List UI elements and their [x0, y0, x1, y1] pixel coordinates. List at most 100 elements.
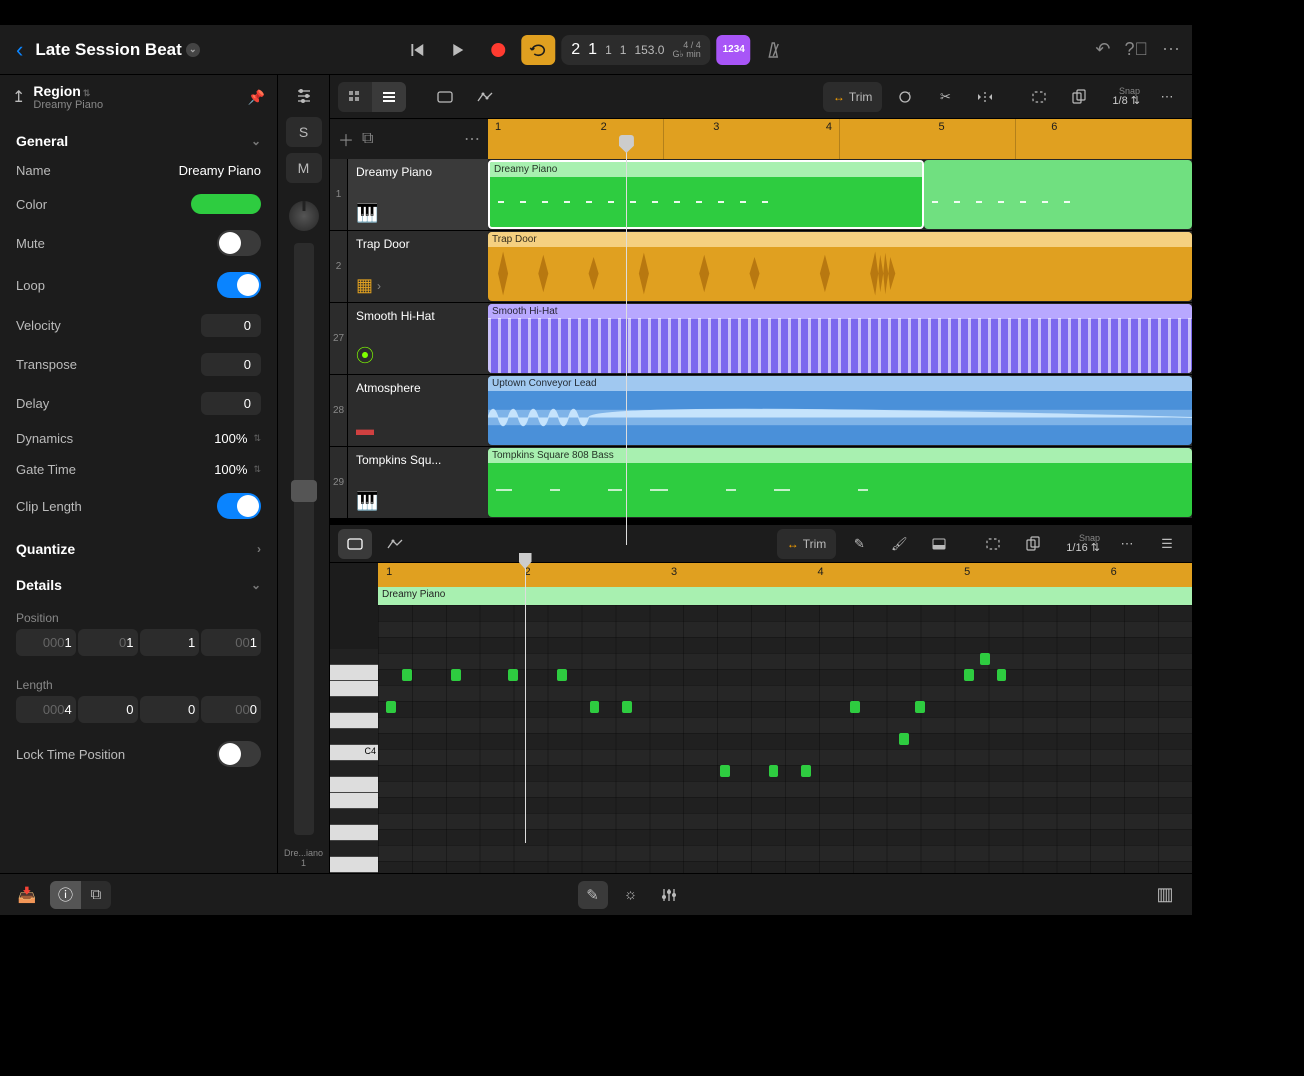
position-field[interactable]: 1 — [140, 629, 200, 656]
gate-field[interactable]: 100%⇅ — [214, 462, 261, 477]
loop-tool-button[interactable] — [888, 82, 922, 112]
length-field[interactable]: 0004 — [16, 696, 76, 723]
midi-note[interactable] — [508, 669, 518, 681]
midi-note[interactable] — [964, 669, 974, 681]
track-options-button[interactable]: ⋯ — [464, 129, 480, 149]
pr-menu-button[interactable]: ☰ — [1150, 529, 1184, 559]
more-button[interactable]: ⋯ — [1162, 39, 1180, 60]
midi-region[interactable]: Smooth Hi-Hat — [488, 304, 1192, 373]
track-header[interactable]: Trap Door ▦ › — [348, 231, 488, 302]
mute-toggle[interactable] — [217, 230, 261, 256]
add-track-button[interactable]: ＋ — [338, 127, 354, 151]
pr-copy-button[interactable] — [1016, 529, 1050, 559]
dynamics-field[interactable]: 100%⇅ — [214, 431, 261, 446]
undo-button[interactable]: ↶ — [1095, 39, 1110, 60]
delay-field[interactable]: 0 — [201, 392, 261, 415]
mute-button[interactable]: M — [286, 153, 322, 183]
scissors-button[interactable]: ✂ — [928, 82, 962, 112]
grid-view-button[interactable] — [338, 82, 372, 112]
midi-note[interactable] — [997, 669, 1007, 681]
track-header[interactable]: Tompkins Squ... 🎹 — [348, 447, 488, 518]
length-field[interactable]: 0 — [78, 696, 138, 723]
midi-note[interactable] — [622, 701, 632, 713]
marquee-button[interactable] — [1022, 82, 1056, 112]
automation-button[interactable] — [468, 82, 502, 112]
midi-note[interactable] — [590, 701, 600, 713]
snap-display[interactable]: Snap 1/8 ⇅ — [1108, 87, 1144, 107]
name-value[interactable]: Dreamy Piano — [179, 163, 261, 178]
list-view-button[interactable] — [372, 82, 406, 112]
pr-region-view-button[interactable] — [338, 529, 372, 559]
midi-note[interactable] — [402, 669, 412, 681]
ruler-time[interactable]: 1 2 3 4 5 6 — [488, 119, 1192, 159]
midi-note[interactable] — [557, 669, 567, 681]
nudge-button[interactable] — [968, 82, 1002, 112]
section-general[interactable]: General ⌄ — [0, 119, 277, 155]
track-header[interactable]: Smooth Hi-Hat ⦿ — [348, 303, 488, 374]
pr-brush-button[interactable]: 🖌 — [882, 529, 916, 559]
position-field[interactable]: 00000011 — [16, 629, 76, 656]
length-field[interactable]: 000 — [201, 696, 261, 723]
brightness-button[interactable]: ☼ — [616, 881, 646, 909]
audio-region[interactable]: Uptown Conveyor Lead — [488, 376, 1192, 445]
tracks-more-button[interactable]: ⋯ — [1150, 82, 1184, 112]
midi-note[interactable] — [801, 765, 811, 777]
midi-note[interactable] — [769, 765, 779, 777]
pr-marquee-button[interactable] — [976, 529, 1010, 559]
inbox-button[interactable]: 📥 — [12, 881, 42, 909]
lcd-display[interactable]: 2 1 1 1 153.0 4 / 4 G♭ min — [561, 35, 710, 65]
play-button[interactable] — [441, 35, 475, 65]
duplicate-track-button[interactable]: ⧉ — [362, 130, 373, 148]
keyboard-button[interactable]: ▥ — [1150, 881, 1180, 909]
project-title[interactable]: Late Session Beat ⌄ — [35, 40, 199, 60]
midi-note[interactable] — [899, 733, 909, 745]
solo-button[interactable]: S — [286, 117, 322, 147]
go-to-start-button[interactable] — [401, 35, 435, 65]
pin-icon[interactable]: 📌 — [248, 89, 265, 106]
region-view-button[interactable] — [428, 82, 462, 112]
velocity-field[interactable]: 0 — [201, 314, 261, 337]
info-button[interactable]: ⓘ — [50, 881, 81, 909]
color-swatch[interactable] — [191, 194, 261, 214]
midi-region[interactable]: Tompkins Square 808 Bass — [488, 448, 1192, 517]
pr-automation-button[interactable] — [378, 529, 412, 559]
cycle-button[interactable] — [521, 35, 555, 65]
track-header[interactable]: Atmosphere ▬ — [348, 375, 488, 446]
mixer-button[interactable] — [654, 881, 684, 909]
midi-note[interactable] — [980, 653, 990, 665]
note-grid[interactable] — [378, 605, 1192, 873]
midi-note[interactable] — [451, 669, 461, 681]
position-field[interactable]: 01 — [78, 629, 138, 656]
section-details[interactable]: Details ⌄ — [0, 563, 277, 599]
audio-region[interactable]: Trap Door — [488, 232, 1192, 301]
pr-trim-button[interactable]: ↔Trim — [777, 529, 837, 559]
trim-button[interactable]: ↔Trim — [823, 82, 883, 112]
midi-note[interactable] — [915, 701, 925, 713]
lock-time-toggle[interactable] — [217, 741, 261, 767]
clip-length-toggle[interactable] — [217, 493, 261, 519]
piano-keys[interactable] — [330, 605, 378, 873]
midi-note[interactable] — [720, 765, 730, 777]
pan-knob[interactable] — [289, 201, 319, 231]
position-field[interactable]: 001 — [201, 629, 261, 656]
edit-pencil-button[interactable]: ✎ — [578, 881, 608, 909]
up-arrow-icon[interactable]: ↥ — [12, 87, 25, 107]
pr-snap-display[interactable]: Snap 1/16 ⇅ — [1062, 534, 1104, 554]
track-header[interactable]: Dreamy Piano 🎹 — [348, 159, 488, 230]
loop-toggle[interactable] — [217, 272, 261, 298]
midi-note[interactable] — [386, 701, 396, 713]
transpose-field[interactable]: 0 — [201, 353, 261, 376]
pr-ruler[interactable]: 1 2 3 4 5 6 — [378, 563, 1192, 587]
pr-pencil-button[interactable]: ✎ — [842, 529, 876, 559]
metronome-button[interactable] — [757, 35, 791, 65]
count-in-button[interactable]: 1234 — [717, 35, 751, 65]
record-button[interactable] — [481, 35, 515, 65]
help-button[interactable]: ?⃝ — [1124, 39, 1148, 60]
pr-view-button[interactable] — [922, 529, 956, 559]
midi-note[interactable] — [850, 701, 860, 713]
volume-fader[interactable] — [294, 243, 314, 835]
section-quantize[interactable]: Quantize › — [0, 527, 277, 563]
midi-region[interactable]: Dreamy Piano — [488, 160, 924, 229]
length-field[interactable]: 0 — [140, 696, 200, 723]
pr-playhead[interactable] — [525, 563, 526, 843]
